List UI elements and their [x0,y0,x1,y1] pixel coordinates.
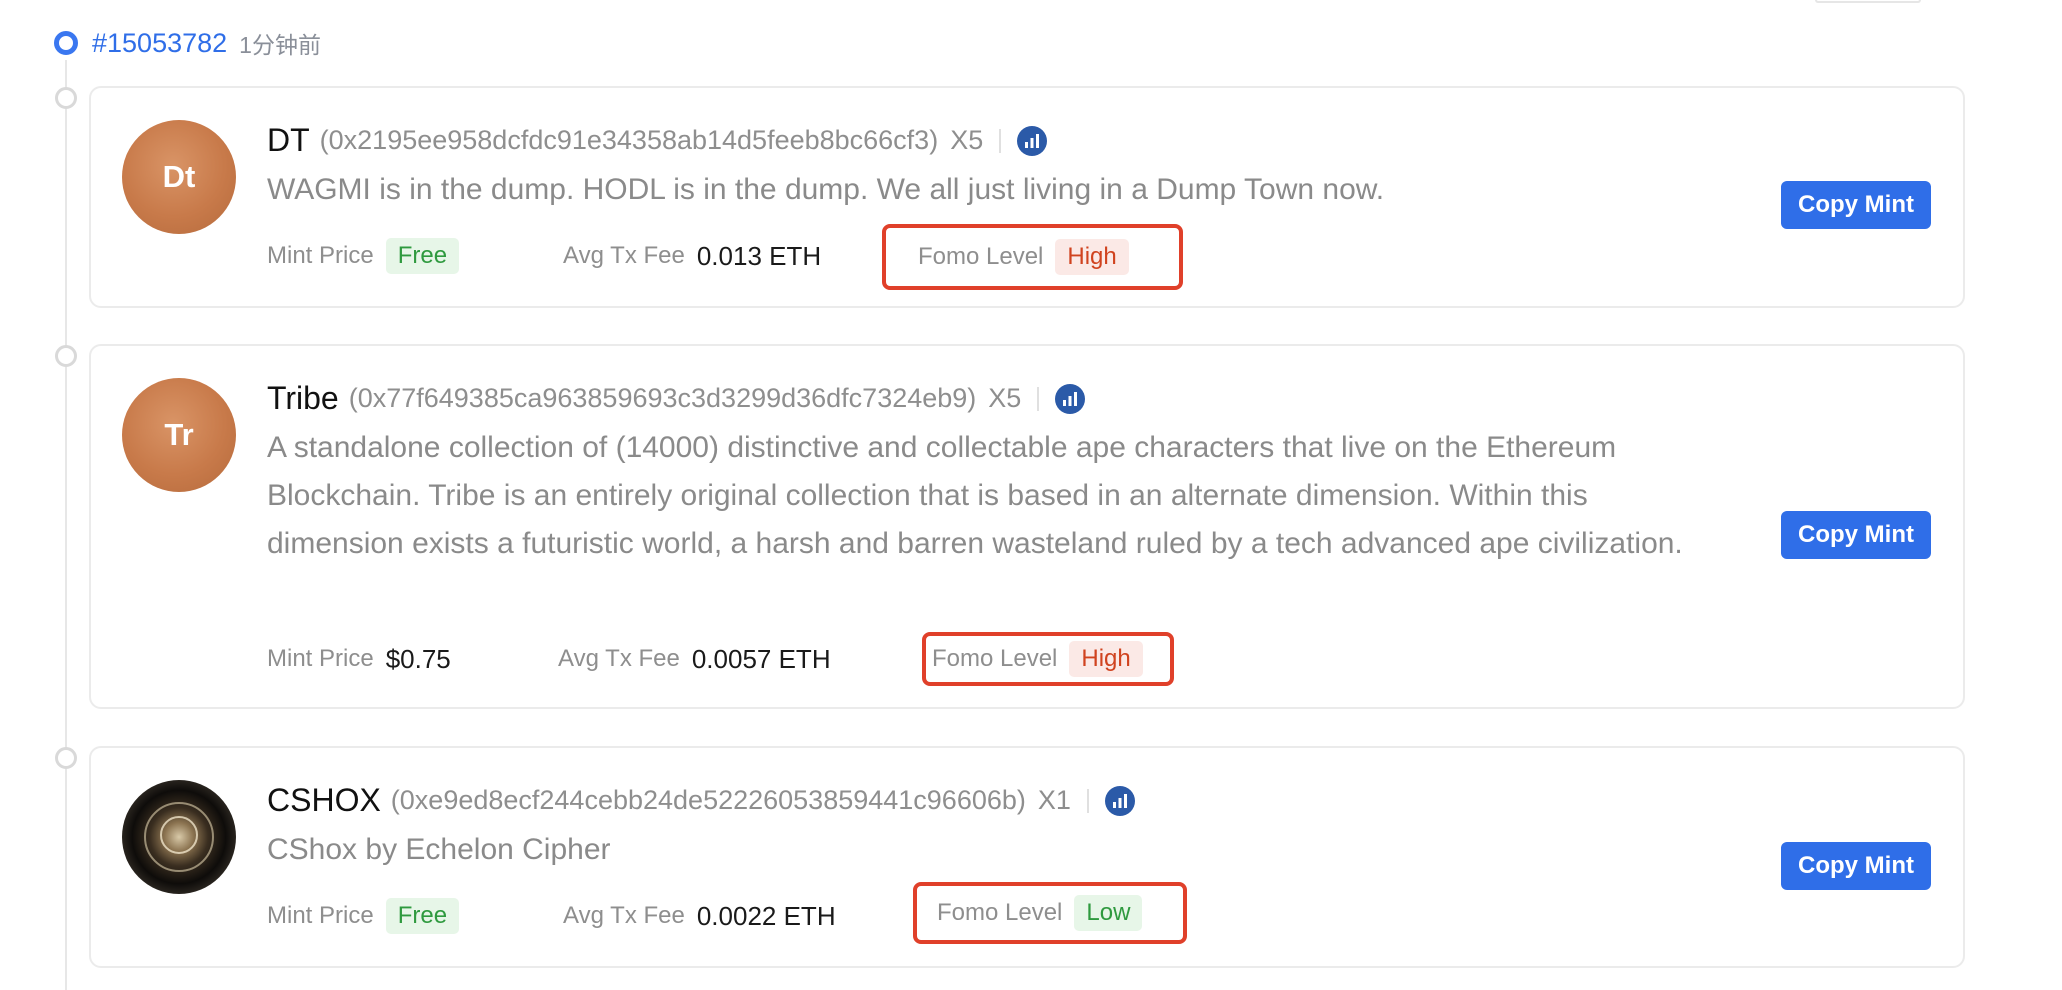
avg-fee-label: Avg Tx Fee [563,902,685,929]
stats-row: Mint Price Free [267,238,460,274]
divider [999,128,1002,153]
mint-price-label: Mint Price [267,902,374,929]
fomo-level-label: Fomo Level [918,243,1044,270]
stats-row: Mint Price Free [267,898,460,934]
mint-price-tag: Free [385,238,460,274]
collection-name: CSHOX [267,782,381,818]
fomo-level-label: Fomo Level [932,645,1058,672]
mint-price-label: Mint Price [267,645,374,672]
divider [1037,386,1040,411]
avg-fee-value: 0.0022 ETH [696,900,836,931]
stats-row: Mint Price $0.75 [267,642,451,676]
contract-address-link[interactable]: (0x2195ee958dcfdc91e34358ab14d5feeb8bc66… [320,125,939,156]
contract-address-link[interactable]: (0xe9ed8ecf244cebb24de52226053859441c966… [391,785,1026,816]
collection-avatar: Dt [122,120,236,234]
card-title-row: DT (0x2195ee958dcfdc91e34358ab14d5feeb8b… [267,122,1048,159]
copy-mint-button[interactable]: Copy Mint [1781,842,1931,890]
avg-fee-row: Avg Tx Fee 0.013 ETH [563,239,821,273]
card-title-row: CSHOX (0xe9ed8ecf244cebb24de522260538594… [267,782,1135,819]
fomo-level-tag: High [1055,239,1129,275]
collection-name: DT [267,122,310,158]
timeline-line [65,60,67,990]
avg-fee-row: Avg Tx Fee 0.0022 ETH [563,899,836,933]
collection-avatar: Tr [122,378,236,492]
divider [1086,788,1089,813]
timeline-dot-icon [55,87,77,109]
block-header: #15053782 1分钟前 [54,26,321,60]
collection-description: A standalone collection of (14000) disti… [267,431,1683,560]
avg-fee-label: Avg Tx Fee [563,242,685,269]
avg-fee-value: 0.0057 ETH [691,643,831,674]
collection-avatar-image [122,780,236,894]
block-number-link[interactable]: #15053782 [92,28,227,59]
fomo-level-highlight: Fomo Level High [882,224,1183,290]
avg-fee-label: Avg Tx Fee [558,645,680,672]
mint-price-tag: Free [385,898,460,934]
fomo-level-highlight: Fomo Level Low [913,882,1187,944]
collection-description: CShox by Echelon Cipher [267,833,611,866]
copy-mint-button[interactable]: Copy Mint [1781,181,1931,229]
block-time: 1分钟前 [239,32,321,58]
mint-multiplier: X5 [950,125,984,155]
timeline-dot-icon [55,345,77,367]
mint-multiplier: X5 [988,383,1022,413]
avg-fee-row: Avg Tx Fee 0.0057 ETH [558,642,831,676]
card-title-row: Tribe (0x77f649385ca963859693c3d3299d36d… [267,380,1086,417]
fomo-level-tag: Low [1074,895,1143,931]
mint-price-label: Mint Price [267,242,374,269]
mint-multiplier: X1 [1037,785,1071,815]
collection-description: WAGMI is in the dump. HODL is in the dum… [267,173,1385,206]
mint-price-value: $0.75 [385,643,451,674]
avg-fee-value: 0.013 ETH [696,240,822,271]
contract-address-link[interactable]: (0x77f649385ca963859693c3d3299d36dfc7324… [349,383,977,414]
copy-mint-button[interactable]: Copy Mint [1781,511,1931,559]
chart-icon[interactable] [1017,125,1048,156]
fomo-level-label: Fomo Level [937,899,1063,926]
chart-icon[interactable] [1104,785,1135,816]
collection-name: Tribe [267,380,339,416]
chart-icon[interactable] [1055,383,1086,414]
fomo-level-tag: High [1069,641,1143,677]
timeline-dot-icon [55,747,77,769]
avatar-ring-inner [160,816,198,854]
block-marker-icon [54,31,78,55]
top-dropdown-edge [1815,0,1921,3]
fomo-level-highlight: Fomo Level High [922,632,1174,686]
